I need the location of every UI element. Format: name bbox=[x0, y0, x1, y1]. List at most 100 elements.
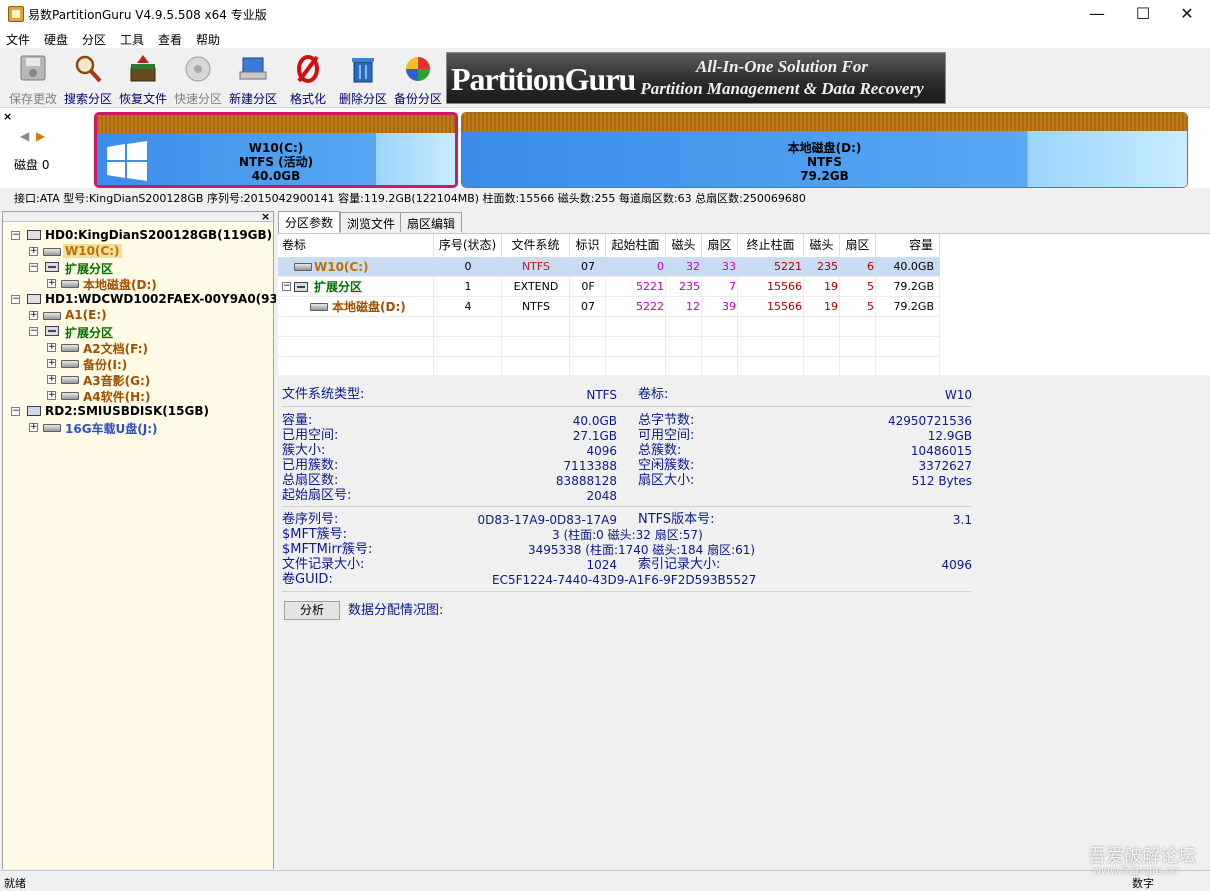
partition-icon bbox=[61, 376, 79, 384]
tree-item-extended[interactable]: 扩展分区 bbox=[65, 260, 113, 277]
backup-pie-icon bbox=[406, 57, 430, 81]
tree-item-local-d[interactable]: 本地磁盘(D:) bbox=[83, 276, 157, 293]
partition-block-d[interactable]: 本地磁盘(D:) NTFS 79.2GB bbox=[461, 112, 1188, 188]
tree-expander[interactable]: − bbox=[29, 263, 38, 272]
analyze-button[interactable]: 分析 bbox=[284, 601, 340, 620]
col-header-capacity[interactable]: 容量 bbox=[876, 234, 940, 256]
tree-expander[interactable]: − bbox=[29, 327, 38, 336]
menu-tools[interactable]: 工具 bbox=[120, 31, 144, 48]
close-button[interactable]: ✕ bbox=[1164, 0, 1210, 28]
tree-close-icon[interactable]: × bbox=[261, 210, 270, 223]
tab-partition-params[interactable]: 分区参数 bbox=[278, 211, 341, 233]
search-partition-button[interactable]: 搜索分区 bbox=[61, 52, 115, 106]
menu-disk[interactable]: 硬盘 bbox=[44, 31, 68, 48]
banner-line1: All-In-One Solution For bbox=[696, 57, 868, 76]
volume-label-value: W10 bbox=[944, 388, 972, 402]
partition-table: 卷标 序号(状态) 文件系统 标识 起始柱面 磁头 扇区 终止柱面 磁头 扇区 … bbox=[278, 233, 1210, 377]
diskmap-close-icon[interactable]: × bbox=[3, 110, 12, 123]
tree-expander[interactable]: + bbox=[47, 359, 56, 368]
status-bar: 就绪 数字 bbox=[0, 870, 1210, 890]
menu-view[interactable]: 查看 bbox=[158, 31, 182, 48]
tab-browse-files[interactable]: 浏览文件 bbox=[340, 212, 403, 232]
col-header-end-sector[interactable]: 扇区 bbox=[840, 234, 876, 256]
partition-icon bbox=[43, 424, 61, 432]
filesystem-info: 文件系统类型: NTFS 卷标: W10 容量: 40.0GB 总字节数: 42… bbox=[276, 377, 1210, 869]
tree-expander[interactable]: + bbox=[47, 279, 56, 288]
partition-icon bbox=[61, 344, 79, 352]
tree-item-w10-c[interactable]: W10(C:) bbox=[63, 244, 122, 258]
menu-file[interactable]: 文件 bbox=[6, 31, 30, 48]
next-disk-icon[interactable]: ▶ bbox=[36, 129, 45, 143]
tree-item-rd2[interactable]: RD2:SMIUSBDISK(15GB) bbox=[45, 404, 209, 418]
col-header-start-head[interactable]: 磁头 bbox=[666, 234, 702, 256]
partition-d-fs: NTFS bbox=[806, 155, 843, 169]
details-panel: 分区参数 浏览文件 扇区编辑 卷标 序号(状态) 文件系统 标识 起始柱面 磁头… bbox=[276, 211, 1210, 869]
app-icon bbox=[8, 6, 24, 22]
tree-item-extended-2[interactable]: 扩展分区 bbox=[65, 324, 113, 341]
magnifier-icon bbox=[75, 55, 102, 83]
save-disk-icon bbox=[20, 55, 46, 81]
format-button[interactable]: 格式化 bbox=[281, 52, 335, 106]
recover-files-button[interactable]: 恢复文件 bbox=[116, 52, 170, 106]
tree-expander[interactable]: − bbox=[11, 407, 20, 416]
col-header-fs[interactable]: 文件系统 bbox=[502, 234, 570, 256]
tree-item-hd1[interactable]: HD1:WDCWD1002FAEX-00Y9A0(932GB) bbox=[45, 292, 311, 306]
product-banner: PartitionGuru All-In-One Solution For Pa… bbox=[446, 52, 946, 104]
partition-block-c[interactable]: W10(C:) NTFS (活动) 40.0GB bbox=[94, 112, 458, 188]
partition-icon bbox=[43, 248, 61, 256]
col-header-id[interactable]: 标识 bbox=[570, 234, 606, 256]
title-bar: 易数PartitionGuru V4.9.5.508 x64 专业版 — ☐ ✕ bbox=[0, 0, 1210, 28]
tree-item-a4-h[interactable]: A4软件(H:) bbox=[83, 388, 150, 405]
tree-expander[interactable]: − bbox=[11, 231, 20, 240]
tree-expander[interactable]: − bbox=[282, 282, 291, 291]
col-header-end-cyl[interactable]: 终止柱面 bbox=[738, 234, 804, 256]
prev-disk-icon[interactable]: ◀ bbox=[20, 129, 29, 143]
partition-c-fs: NTFS (活动) bbox=[238, 155, 314, 169]
tree-item-backup-i[interactable]: 备份(I:) bbox=[83, 356, 127, 373]
new-partition-button[interactable]: 新建分区 bbox=[226, 52, 280, 106]
new-partition-icon bbox=[239, 57, 267, 80]
tree-expander[interactable]: + bbox=[29, 247, 38, 256]
tree-item-a2-f[interactable]: A2文档(F:) bbox=[83, 340, 148, 357]
delete-partition-button[interactable]: 删除分区 bbox=[336, 52, 390, 106]
hard-disk-icon bbox=[27, 294, 41, 304]
partition-icon bbox=[61, 280, 79, 288]
quick-partition-button[interactable]: 快速分区 bbox=[171, 52, 225, 106]
banner-brand: PartitionGuru bbox=[451, 61, 636, 97]
tree-expander[interactable]: + bbox=[29, 423, 38, 432]
tree-expander[interactable]: + bbox=[29, 311, 38, 320]
col-header-label[interactable]: 卷标 bbox=[278, 234, 434, 256]
partition-icon bbox=[294, 263, 312, 271]
backup-partition-button[interactable]: 备份分区 bbox=[391, 52, 445, 106]
tree-expander[interactable]: − bbox=[11, 295, 20, 304]
tree-expander[interactable]: + bbox=[47, 343, 56, 352]
tree-item-a1-e[interactable]: A1(E:) bbox=[65, 308, 107, 322]
disk-map: × ◀ ▶ 磁盘 0 W10(C:) NTFS (活动) 40.0GB 本地磁盘… bbox=[0, 108, 1210, 188]
col-header-start-sector[interactable]: 扇区 bbox=[702, 234, 738, 256]
hard-disk-icon bbox=[27, 230, 41, 240]
col-header-start-cyl[interactable]: 起始柱面 bbox=[606, 234, 666, 256]
tree-item-a3-g[interactable]: A3音影(G:) bbox=[83, 372, 150, 389]
col-header-end-head[interactable]: 磁头 bbox=[804, 234, 840, 256]
tree-expander[interactable]: + bbox=[47, 375, 56, 384]
disk-tree-panel: × − HD0:KingDianS200128GB(119GB) + W10(C… bbox=[2, 210, 311, 869]
tree-expander[interactable]: + bbox=[47, 391, 56, 400]
col-header-index[interactable]: 序号(状态) bbox=[434, 234, 502, 256]
toolbar: 保存更改 搜索分区 恢复文件 快速分区 新建分区 格式化 删除分区 备份分区 P… bbox=[0, 48, 1210, 108]
save-changes-button[interactable]: 保存更改 bbox=[6, 52, 60, 106]
partition-icon bbox=[310, 303, 328, 311]
recover-box-icon bbox=[130, 55, 156, 82]
partition-d-name: 本地磁盘(D:) bbox=[787, 141, 862, 155]
tree-item-hd0[interactable]: HD0:KingDianS200128GB(119GB) bbox=[45, 228, 272, 242]
partition-c-name: W10(C:) bbox=[248, 141, 304, 155]
tab-sector-edit[interactable]: 扇区编辑 bbox=[400, 212, 463, 232]
extended-partition-icon bbox=[45, 262, 59, 272]
maximize-button[interactable]: ☐ bbox=[1120, 0, 1166, 28]
minimize-button[interactable]: — bbox=[1074, 0, 1120, 28]
menu-partition[interactable]: 分区 bbox=[82, 31, 106, 48]
menu-bar: 文件 硬盘 分区 工具 查看 帮助 bbox=[0, 28, 1210, 48]
menu-help[interactable]: 帮助 bbox=[196, 31, 220, 48]
partition-icon bbox=[61, 360, 79, 368]
tree-item-usb-j[interactable]: 16G车载U盘(J:) bbox=[65, 420, 158, 437]
trash-icon bbox=[352, 58, 374, 83]
